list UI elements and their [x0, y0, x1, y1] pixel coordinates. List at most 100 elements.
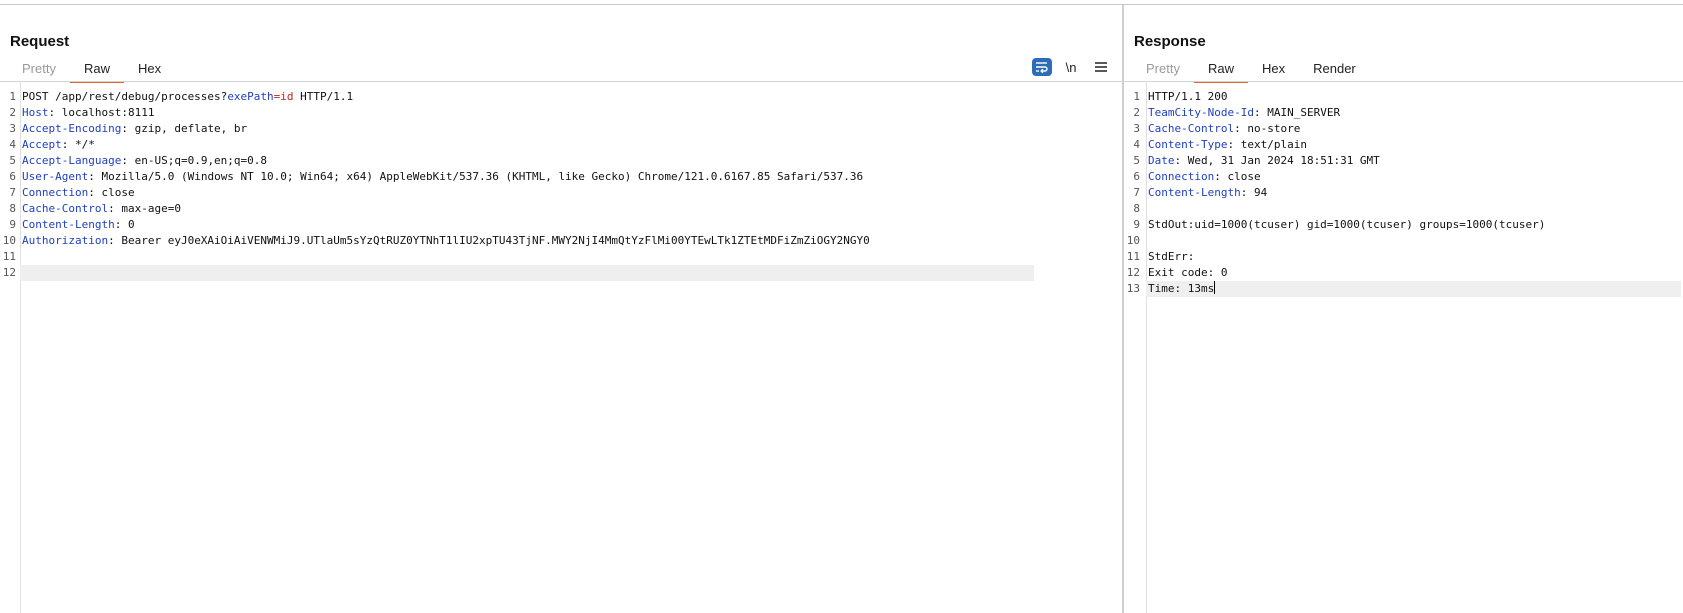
- query-param-name: exePath: [227, 90, 274, 103]
- line-number: 7: [1133, 186, 1140, 199]
- request-line: 7 Connection: close: [0, 185, 1122, 201]
- line-number: 2: [9, 106, 16, 119]
- header-name: TeamCity-Node-Id: [1148, 106, 1254, 119]
- request-toolbar: \n: [1032, 57, 1112, 77]
- request-tab-raw[interactable]: Raw: [69, 59, 124, 83]
- line-number: 3: [1133, 122, 1140, 135]
- header-value: Mozilla/5.0 (Windows NT 10.0; Win64; x64…: [94, 170, 864, 183]
- response-line: 7 Content-Length: 94: [1124, 185, 1683, 201]
- header-colon: :: [1253, 106, 1261, 119]
- header-name: Content-Length: [1148, 186, 1241, 199]
- line-number: 3: [9, 122, 16, 135]
- line-content: User-Agent: Mozilla/5.0 (Windows NT 10.0…: [22, 169, 863, 185]
- header-value: Bearer eyJ0eXAiOiAiVENWMiJ9.UTlaUm5sYzQt…: [114, 234, 870, 247]
- request-line: 3 Accept-Encoding: gzip, deflate, br: [0, 121, 1122, 137]
- line-content: Host: localhost:8111: [22, 105, 154, 121]
- request-line: 6 User-Agent: Mozilla/5.0 (Windows NT 10.…: [0, 169, 1122, 185]
- line-content: POST /app/rest/debug/processes?exePath=i…: [22, 89, 353, 105]
- line-number: 9: [1133, 218, 1140, 231]
- header-name: Content-Type: [1148, 138, 1228, 151]
- response-panel: Response Pretty Raw Hex Render 1 HTTP/1.1…: [1124, 5, 1683, 613]
- response-editor[interactable]: 1 HTTP/1.1 200 2 TeamCity-Node-Id: MAIN_SER…: [1124, 81, 1683, 613]
- header-name: Host: [22, 106, 49, 119]
- line-number: 1: [1133, 90, 1140, 103]
- response-line: 5 Date: Wed, 31 Jan 2024 18:51:31 GMT: [1124, 153, 1683, 169]
- header-value: en-US;q=0.9,en;q=0.8: [127, 154, 268, 167]
- header-value: localhost:8111: [55, 106, 155, 119]
- header-name: Accept-Language: [22, 154, 122, 167]
- line-content: HTTP/1.1 200: [1148, 89, 1227, 105]
- line-content: TeamCity-Node-Id: MAIN_SERVER: [1148, 105, 1340, 121]
- wrap-lines-icon[interactable]: [1032, 58, 1052, 76]
- header-value: 94: [1247, 186, 1268, 199]
- header-name: User-Agent: [22, 170, 89, 183]
- line-number: 12: [1126, 266, 1140, 279]
- response-tab-raw[interactable]: Raw: [1193, 59, 1248, 83]
- request-current-line-highlight: [20, 265, 1034, 281]
- line-content: Accept: */*: [22, 137, 95, 153]
- line-content: Cache-Control: no-store: [1148, 121, 1300, 137]
- body-text: Time: 13ms: [1148, 282, 1215, 295]
- line-content: Accept-Encoding: gzip, deflate, br: [22, 121, 247, 137]
- header-colon: :: [88, 170, 95, 183]
- header-colon: :: [121, 122, 128, 135]
- response-tab-hex[interactable]: Hex: [1248, 59, 1299, 81]
- body-text: Exit code: 0: [1148, 266, 1228, 279]
- line-number: 8: [9, 202, 16, 215]
- request-line: 12: [0, 265, 1122, 281]
- header-name: Date: [1148, 154, 1175, 167]
- header-value: */*: [68, 138, 95, 151]
- header-name: Cache-Control: [22, 202, 109, 215]
- response-line: 8: [1124, 201, 1683, 217]
- header-value: max-age=0: [114, 202, 181, 215]
- response-line: 9 StdOut:uid=1000(tcuser) gid=1000(tcuser…: [1124, 217, 1683, 233]
- header-name: Authorization: [22, 234, 109, 247]
- request-line: 4 Accept: */*: [0, 137, 1122, 153]
- line-content: Time: 13ms: [1148, 281, 1216, 297]
- body-text: StdOut:uid=1000(tcuser) gid=1000(tcuser)…: [1148, 218, 1546, 231]
- header-name: Connection: [22, 186, 89, 199]
- request-line: 11: [0, 249, 1122, 265]
- request-tab-pretty[interactable]: Pretty: [8, 59, 70, 81]
- request-editor[interactable]: 1 POST /app/rest/debug/processes?exePath=…: [0, 81, 1122, 613]
- line-number: 4: [1133, 138, 1140, 151]
- line-number: 12: [2, 266, 16, 279]
- header-value: 0: [121, 218, 135, 231]
- response-line: 13 Time: 13ms: [1124, 281, 1683, 297]
- header-value: no-store: [1240, 122, 1301, 135]
- body-text: StdErr:: [1148, 250, 1195, 263]
- line-content: Connection: close: [22, 185, 135, 201]
- response-line: 11 StdErr:: [1124, 249, 1683, 265]
- response-tab-render[interactable]: Render: [1299, 59, 1370, 81]
- header-name: Cache-Control: [1148, 122, 1235, 135]
- query-param-value: id: [280, 90, 294, 103]
- newline-toggle-button[interactable]: \n: [1060, 57, 1082, 77]
- header-colon: :: [108, 234, 115, 247]
- header-colon: :: [1234, 122, 1241, 135]
- response-line: 12 Exit code: 0: [1124, 265, 1683, 281]
- line-content: StdErr:: [1148, 249, 1194, 265]
- header-value: close: [94, 186, 135, 199]
- header-colon: :: [121, 154, 128, 167]
- line-number: 6: [1133, 170, 1140, 183]
- request-line: 2 Host: localhost:8111: [0, 105, 1122, 121]
- response-line: 2 TeamCity-Node-Id: MAIN_SERVER: [1124, 105, 1683, 121]
- header-value: MAIN_SERVER: [1260, 106, 1341, 119]
- line-number: 10: [1126, 234, 1140, 247]
- line-content: Cache-Control: max-age=0: [22, 201, 181, 217]
- request-title: Request: [10, 33, 70, 50]
- response-current-line-highlight: [1146, 281, 1681, 297]
- line-number: 11: [1126, 250, 1140, 263]
- hamburger-menu-icon[interactable]: [1090, 57, 1112, 77]
- line-content: Content-Length: 94: [1148, 185, 1267, 201]
- header-name: Content-Length: [22, 218, 115, 231]
- line-number: 5: [1133, 154, 1140, 167]
- response-line: 4 Content-Type: text/plain: [1124, 137, 1683, 153]
- request-line: 10 Authorization: Bearer eyJ0eXAiOiAiVENW…: [0, 233, 1122, 249]
- response-line: 3 Cache-Control: no-store: [1124, 121, 1683, 137]
- response-tab-pretty[interactable]: Pretty: [1132, 59, 1194, 81]
- header-colon: :: [88, 186, 95, 199]
- line-content: StdOut:uid=1000(tcuser) gid=1000(tcuser)…: [1148, 217, 1545, 233]
- header-colon: :: [1214, 170, 1221, 183]
- request-tab-hex[interactable]: Hex: [124, 59, 175, 81]
